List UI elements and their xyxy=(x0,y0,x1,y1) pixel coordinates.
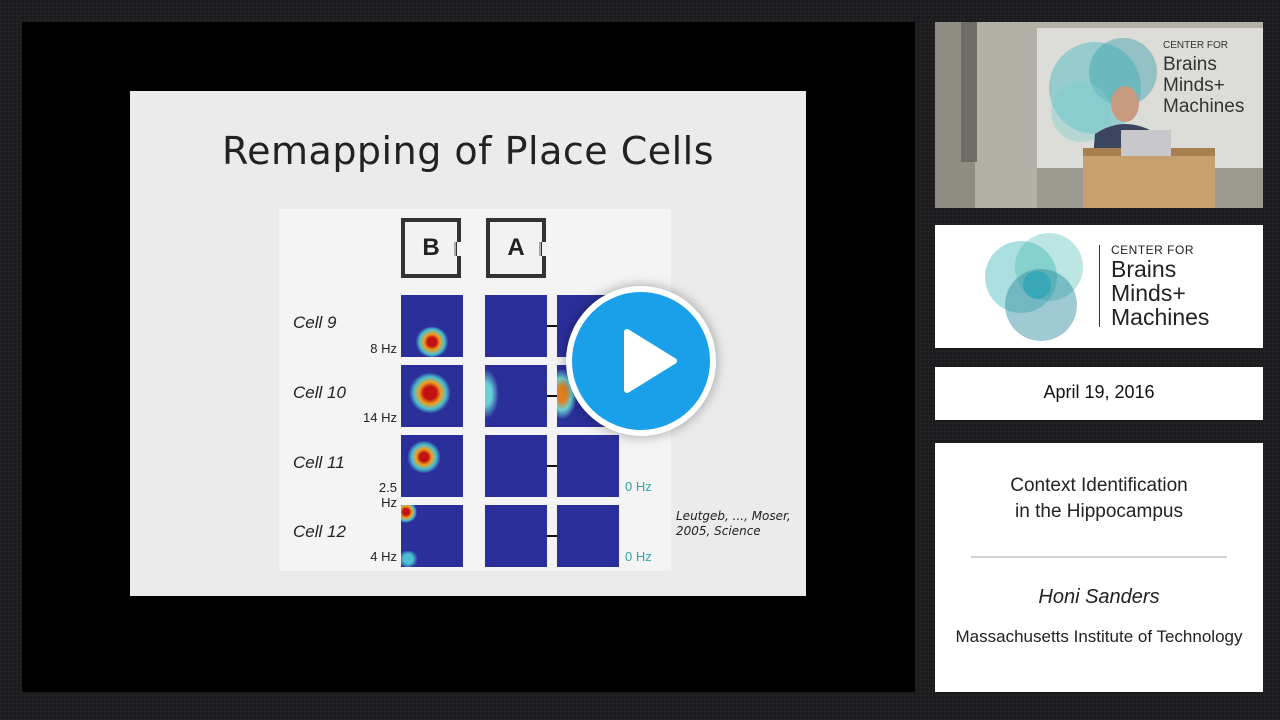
svg-text:Brains: Brains xyxy=(1163,54,1217,75)
heatmap-cell-10-b xyxy=(401,365,463,427)
play-icon xyxy=(624,329,677,393)
environment-b-box: B xyxy=(401,218,461,278)
cell-12-zero-rate: 0 Hz xyxy=(625,549,652,564)
cell-11-zero-rate: 0 Hz xyxy=(625,479,652,494)
environment-a-label: A xyxy=(507,234,525,261)
slide-citation: Leutgeb, ..., Moser, 2005, Science xyxy=(676,509,791,538)
svg-text:CENTER FOR: CENTER FOR xyxy=(1163,40,1228,51)
environment-b-label: B xyxy=(422,234,440,261)
slide-title: Remapping of Place Cells xyxy=(221,129,715,173)
cell-12-label: Cell 12 xyxy=(293,522,346,541)
speaker-name: Honi Sanders xyxy=(1038,586,1160,608)
heatmap-cell-11-b xyxy=(401,435,463,497)
talk-info-panel: Context Identification in the Hippocampu… xyxy=(935,443,1263,692)
cell-10-label: Cell 10 xyxy=(293,383,346,402)
svg-text:Minds+: Minds+ xyxy=(1163,75,1225,96)
cbmm-logo-panel: CENTER FOR Brains Minds+ Machines xyxy=(935,225,1263,348)
cbmm-logo-text: CENTER FOR Brains Minds+ Machines xyxy=(1111,243,1210,330)
heatmap-cell-12-b xyxy=(401,505,463,567)
heatmap-cell-10-a1 xyxy=(485,365,547,427)
speaker-webcam: CENTER FOR Brains Minds+ Machines xyxy=(935,22,1263,208)
heatmap-cell-12-a2 xyxy=(557,505,619,567)
video-player[interactable]: Remapping of Place Cells B A Cell 9 8 Hz… xyxy=(22,22,915,692)
environment-a-box: A xyxy=(486,218,546,278)
heatmap-cell-9-a1 xyxy=(485,295,547,357)
talk-date: April 19, 2016 xyxy=(1043,382,1155,402)
cell-12-rate: 4 Hz xyxy=(370,549,397,564)
divider xyxy=(971,556,1227,558)
heatmap-cell-11-a1 xyxy=(485,435,547,497)
cell-9-label: Cell 9 xyxy=(293,313,337,332)
svg-text:Machines: Machines xyxy=(1163,96,1244,117)
heatmap-cell-11-a2 xyxy=(557,435,619,497)
cell-11-label: Cell 11 xyxy=(293,453,345,472)
heatmap-cell-12-a1 xyxy=(485,505,547,567)
cell-11-rate: 2.5 Hz xyxy=(378,480,397,510)
date-panel: April 19, 2016 xyxy=(935,367,1263,420)
cell-9-rate: 8 Hz xyxy=(370,341,397,356)
play-button[interactable] xyxy=(566,286,716,436)
brain-circles-logo-icon xyxy=(985,233,1083,341)
cell-10-rate: 14 Hz xyxy=(363,410,397,425)
talk-title: Context Identification in the Hippocampu… xyxy=(1010,475,1188,522)
speaker-affiliation: Massachusetts Institute of Technology xyxy=(955,627,1243,646)
heatmap-cell-9-b xyxy=(401,295,463,357)
